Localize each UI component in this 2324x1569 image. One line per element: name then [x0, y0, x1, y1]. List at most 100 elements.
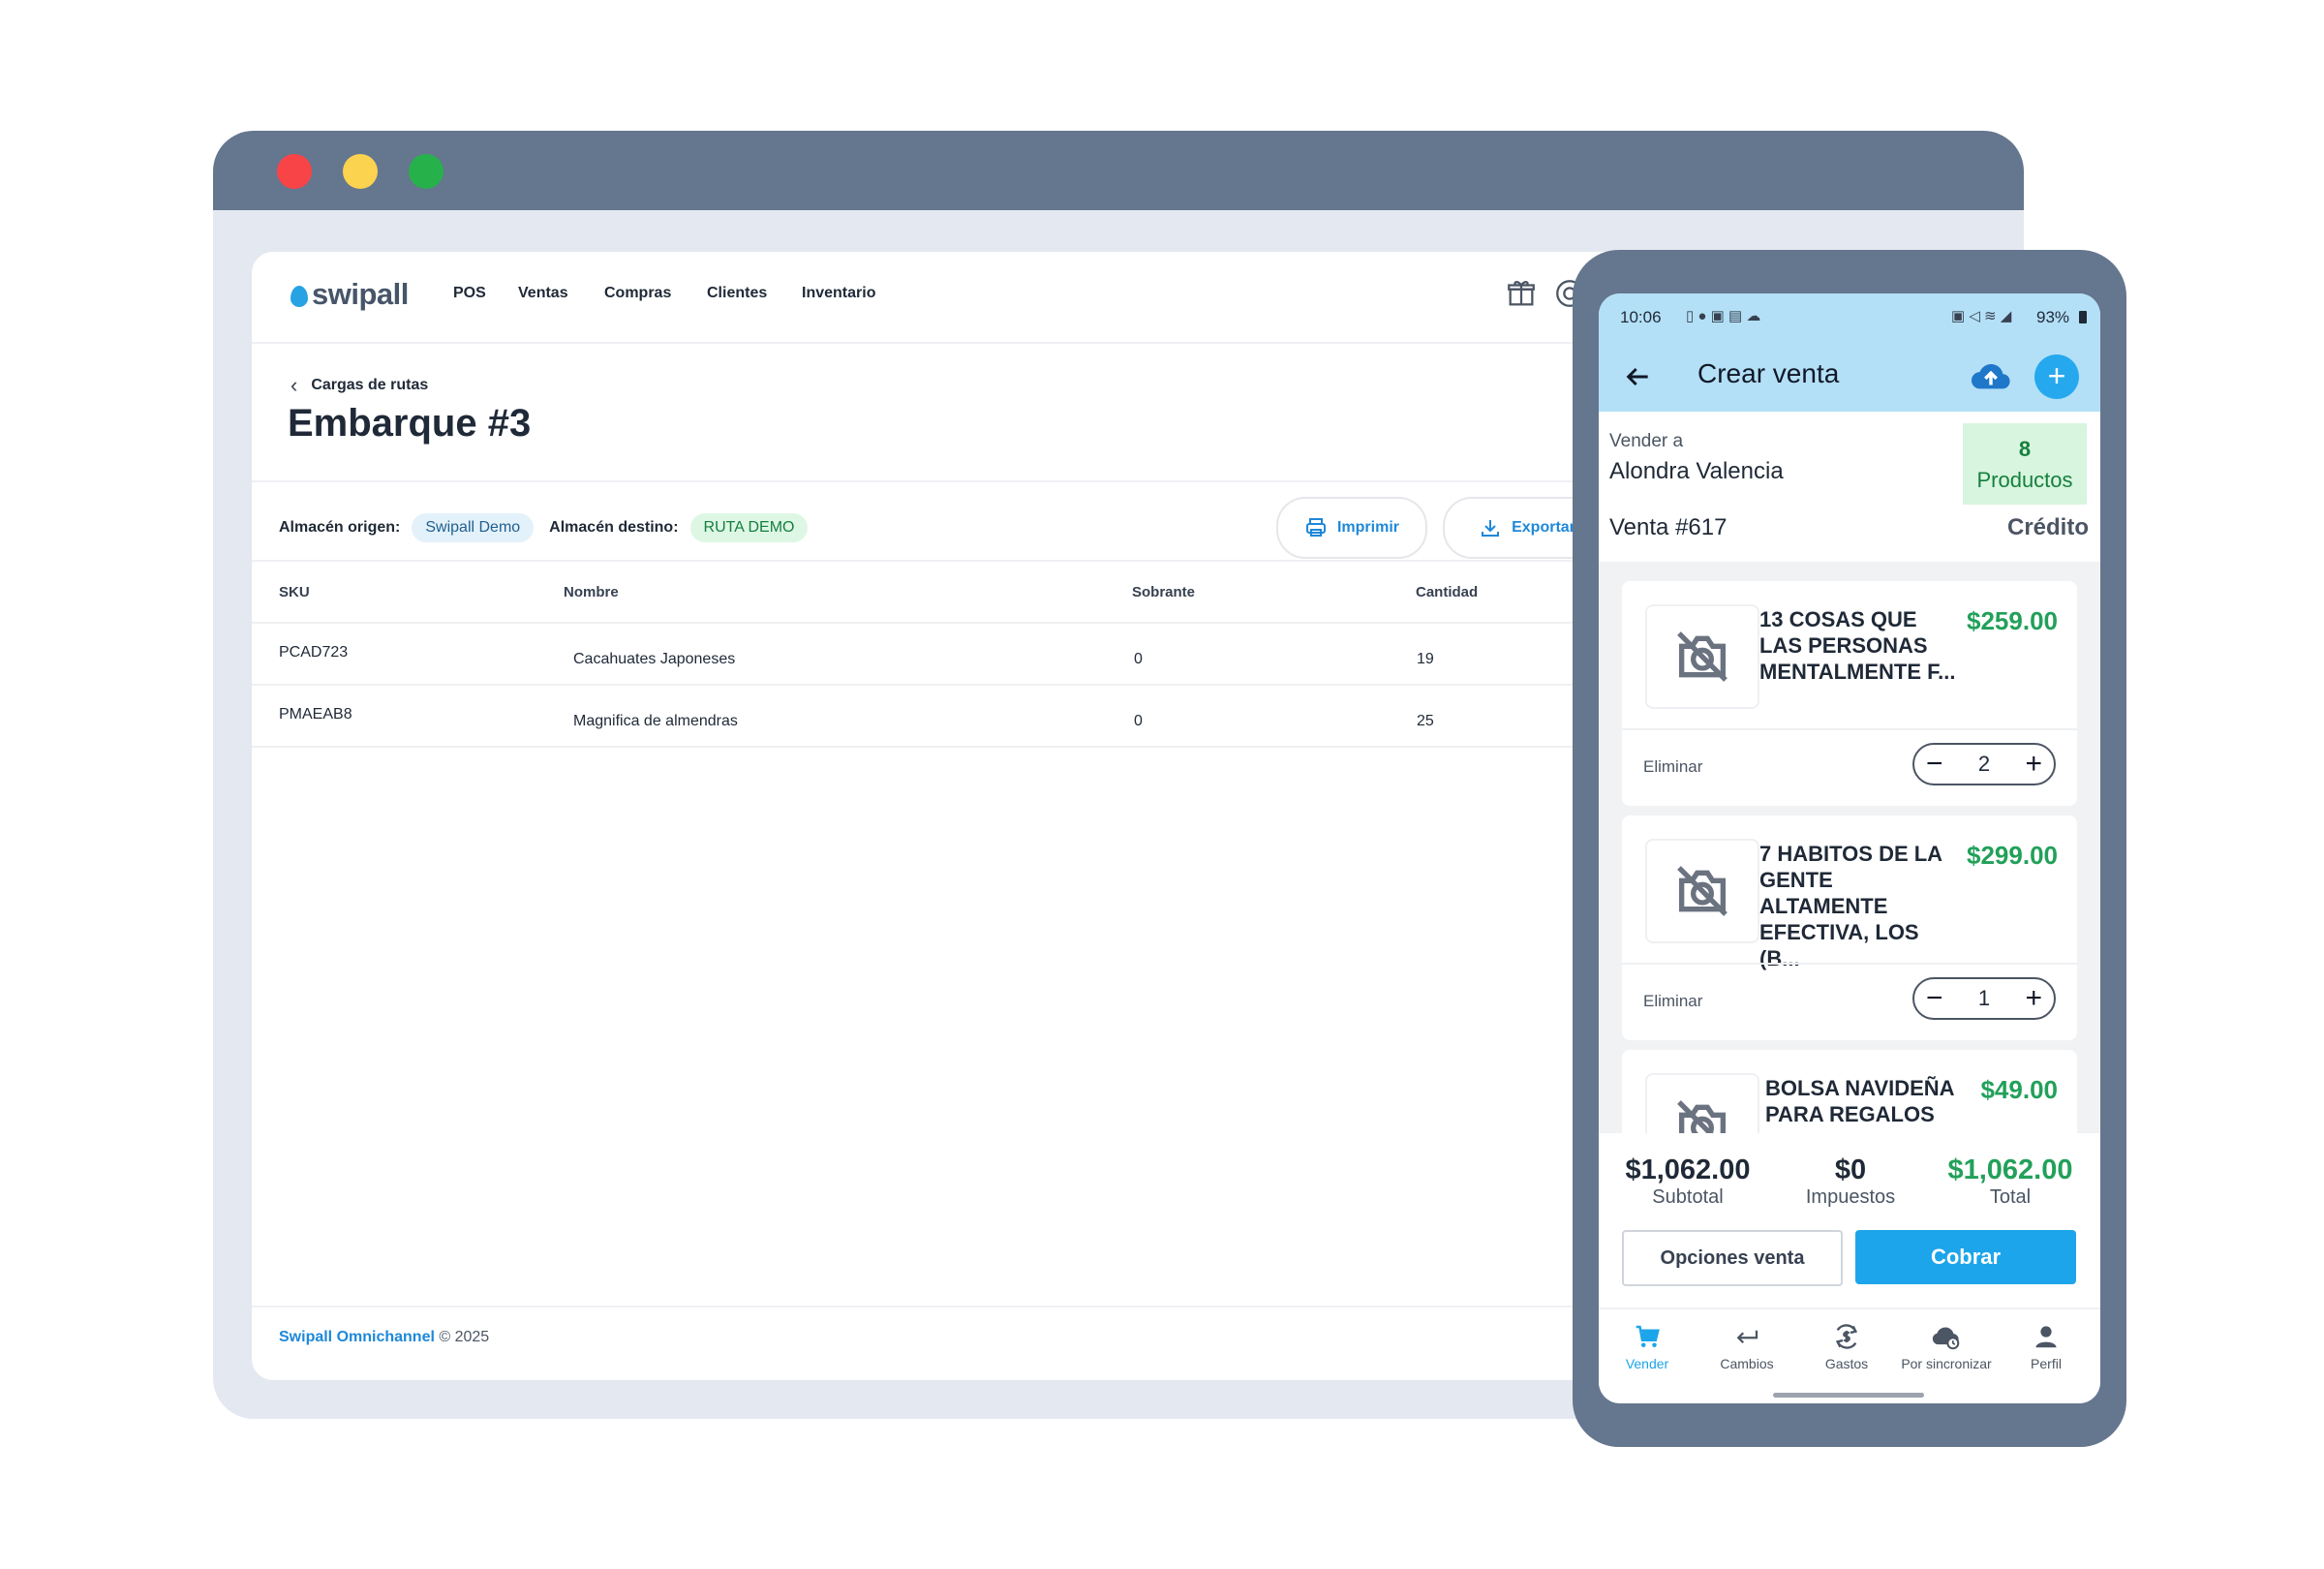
destination-badge: RUTA DEMO — [689, 513, 809, 542]
footer-brand[interactable]: Swipall Omnichannel — [279, 1329, 435, 1345]
notification-icons: ▯ ● ▣ ▤ ☁ — [1686, 308, 1761, 324]
swipall-logo[interactable]: swipall — [290, 275, 409, 314]
remove-item-button[interactable]: Eliminar — [1643, 757, 1702, 777]
product-price: $49.00 — [1980, 1075, 2058, 1104]
customer-section: Vender a Alondra Valencia 8 Productos Ve… — [1599, 412, 2100, 562]
plus-icon[interactable]: + — [2025, 750, 2042, 779]
cell-leftover: 0 — [1134, 651, 1143, 667]
remove-item-button[interactable]: Eliminar — [1643, 992, 1702, 1011]
gift-icon[interactable] — [1505, 277, 1538, 310]
cell-quantity: 19 — [1417, 651, 1434, 667]
cell-quantity: 25 — [1417, 713, 1434, 729]
cloud-sync-icon — [1898, 1317, 1995, 1356]
home-indicator[interactable] — [1773, 1393, 1924, 1398]
no-image-icon — [1677, 866, 1728, 916]
subtotal-block: $1,062.00 Subtotal — [1620, 1154, 1756, 1209]
subtotal-value: $1,062.00 — [1625, 1154, 1751, 1185]
signal-icons: ▣ ◁ ≋ ◢ — [1951, 308, 2012, 324]
column-sku[interactable]: SKU — [279, 584, 310, 600]
nav-clientes[interactable]: Clientes — [707, 285, 767, 302]
breadcrumb[interactable]: ‹ Cargas de rutas — [290, 373, 428, 398]
logo-drop-icon — [290, 286, 308, 307]
status-time: 10:06 — [1620, 308, 1662, 326]
cell-leftover: 0 — [1134, 713, 1143, 729]
back-arrow-icon[interactable] — [1622, 361, 1653, 392]
screen-title: Crear venta — [1697, 358, 1840, 388]
charge-button[interactable]: Cobrar — [1855, 1230, 2076, 1284]
sell-to-label: Vender a — [1609, 431, 1684, 451]
nav-perfil[interactable]: Perfil — [1998, 1317, 2095, 1371]
quantity-value: 2 — [1977, 752, 1991, 776]
total-value: $1,062.00 — [1947, 1154, 2073, 1185]
battery-icon — [2079, 311, 2087, 323]
sale-number: Venta #617 — [1609, 514, 1728, 540]
no-image-icon — [1677, 631, 1728, 682]
card-divider — [1622, 728, 2077, 730]
total-label: Total — [1989, 1186, 2032, 1208]
subtotal-label: Subtotal — [1652, 1186, 1724, 1208]
product-price: $299.00 — [1967, 841, 2058, 870]
cell-sku: PMAEAB8 — [279, 706, 352, 723]
nav-vender[interactable]: Vender — [1599, 1317, 1696, 1371]
close-window-button[interactable] — [277, 154, 312, 189]
product-name: BOLSA NAVIDEÑA PARA REGALOS — [1765, 1076, 1954, 1126]
taxes-block: $0 Impuestos — [1788, 1154, 1913, 1209]
origin-label: Almacén origen: — [279, 519, 401, 536]
printer-icon — [1305, 518, 1326, 537]
maximize-window-button[interactable] — [409, 154, 443, 189]
nav-compras[interactable]: Compras — [604, 285, 671, 302]
quantity-stepper: − 1 + — [1912, 977, 2056, 1020]
card-divider — [1622, 963, 2077, 965]
destination-label: Almacén destino: — [549, 519, 679, 536]
products-label: Productos — [1976, 468, 2073, 492]
taxes-value: $0 — [1834, 1154, 1867, 1185]
breadcrumb-label: Cargas de rutas — [311, 377, 429, 393]
column-quantity[interactable]: Cantidad — [1416, 584, 1478, 600]
currency-exchange-icon — [1798, 1317, 1895, 1356]
browser-title-bar — [213, 131, 2024, 210]
return-icon — [1698, 1317, 1795, 1356]
nav-inventario[interactable]: Inventario — [802, 285, 875, 302]
cell-name: Cacahuates Japoneses — [573, 651, 736, 667]
products-count: 8 — [2018, 437, 2032, 461]
nav-por-sincronizar[interactable]: Por sincronizar — [1898, 1317, 1995, 1371]
minimize-window-button[interactable] — [343, 154, 378, 189]
sale-options-button[interactable]: Opciones venta — [1622, 1230, 1843, 1286]
phone-screen: 10:06 ▯ ● ▣ ▤ ☁ ▣ ◁ ≋ ◢ 93% Crear venta … — [1599, 293, 2100, 1403]
customer-name[interactable]: Alondra Valencia — [1609, 458, 1784, 485]
column-name[interactable]: Nombre — [564, 584, 619, 600]
warehouse-info: Almacén origen: Swipall Demo Almacén des… — [279, 511, 823, 544]
products-count-box[interactable]: 8 Productos — [1963, 423, 2087, 505]
nav-ventas[interactable]: Ventas — [518, 285, 568, 302]
app-bar: Crear venta + — [1599, 342, 2100, 412]
payment-type[interactable]: Crédito — [2007, 514, 2089, 541]
cell-sku: PCAD723 — [279, 644, 349, 661]
cart-item: 7 HABITOS DE LA GENTE ALTAMENTE EFECTIVA… — [1622, 815, 2077, 1040]
plus-icon[interactable]: + — [2025, 984, 2042, 1013]
add-button[interactable]: + — [2034, 354, 2079, 399]
cloud-upload-icon[interactable] — [1969, 355, 2013, 396]
total-block: $1,062.00 Total — [1938, 1154, 2083, 1209]
totals-panel: $1,062.00 Subtotal $0 Impuestos $1,062.0… — [1599, 1133, 2100, 1403]
product-name: 7 HABITOS DE LA GENTE ALTAMENTE EFECTIVA… — [1759, 842, 1942, 970]
quantity-value: 1 — [1977, 986, 1991, 1010]
nav-pos[interactable]: POS — [453, 285, 486, 302]
quantity-stepper: − 2 + — [1912, 743, 2056, 785]
page-title: Embarque #3 — [288, 402, 532, 445]
chevron-left-icon: ‹ — [290, 373, 298, 397]
minus-icon[interactable]: − — [1926, 984, 1943, 1013]
cell-name: Magnifica de almendras — [573, 713, 738, 729]
taxes-label: Impuestos — [1805, 1186, 1896, 1208]
status-bar: 10:06 ▯ ● ▣ ▤ ☁ ▣ ◁ ≋ ◢ 93% — [1599, 293, 2100, 342]
nav-cambios[interactable]: Cambios — [1698, 1317, 1795, 1371]
print-button[interactable]: Imprimir — [1276, 497, 1427, 559]
product-image-placeholder — [1645, 839, 1759, 943]
product-image-placeholder — [1645, 604, 1759, 709]
download-icon — [1482, 520, 1500, 537]
minus-icon[interactable]: − — [1926, 750, 1943, 779]
cart-icon — [1599, 1317, 1696, 1356]
origin-badge: Swipall Demo — [412, 513, 535, 542]
nav-gastos[interactable]: Gastos — [1798, 1317, 1895, 1371]
cart-item: 13 COSAS QUE LAS PERSONAS MENTALMENTE F.… — [1622, 581, 2077, 806]
column-leftover[interactable]: Sobrante — [1132, 584, 1195, 600]
